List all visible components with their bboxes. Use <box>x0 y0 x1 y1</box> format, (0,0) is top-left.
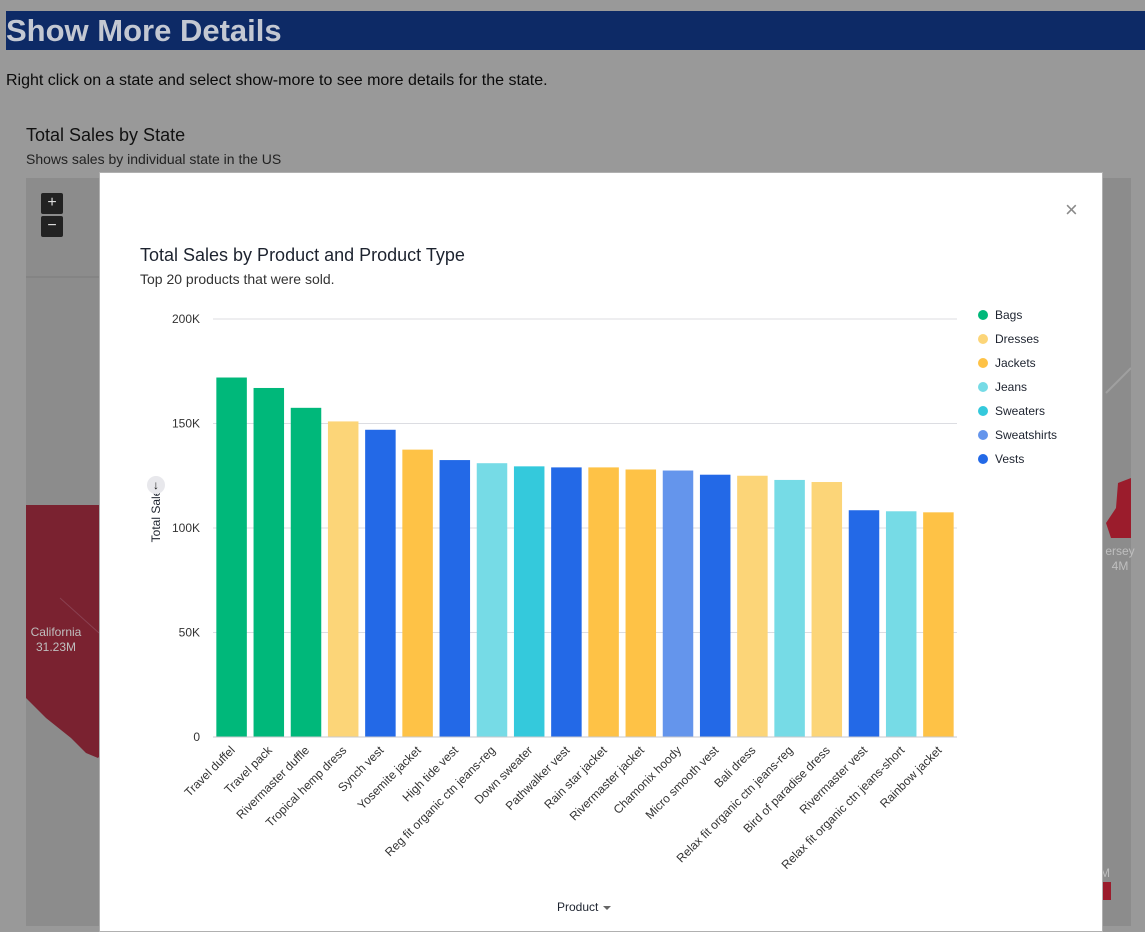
zoom-in-button[interactable]: + <box>41 193 63 214</box>
x-axis-label: Product <box>557 900 599 914</box>
page-title: Show More Details <box>6 13 282 48</box>
legend-dot <box>978 406 988 416</box>
bar[interactable] <box>253 387 285 737</box>
legend-item[interactable]: Dresses <box>978 327 1057 351</box>
y-tick-label: 50K <box>179 626 200 640</box>
x-tick-label: Rivermaster vest <box>797 743 871 817</box>
bar[interactable] <box>513 466 545 737</box>
x-tick-label: Pathwalker vest <box>503 743 573 813</box>
legend-dot <box>978 430 988 440</box>
bar[interactable] <box>811 482 843 737</box>
legend-dot <box>978 358 988 368</box>
background-chart-title: Total Sales by State <box>26 125 186 145</box>
legend-dot <box>978 382 988 392</box>
legend-label: Dresses <box>995 332 1040 346</box>
bar[interactable] <box>551 467 582 737</box>
chart-subtitle: Top 20 products that were sold. <box>140 271 335 287</box>
page-title-banner: Show More Details <box>6 11 1145 50</box>
bar[interactable] <box>885 511 917 737</box>
zoom-out-button[interactable]: − <box>41 216 63 237</box>
bar[interactable] <box>290 407 322 737</box>
state-name: California <box>30 625 82 639</box>
show-more-modal: × Total Sales by Product and Product Typ… <box>99 172 1103 932</box>
bar[interactable] <box>774 479 805 737</box>
chart-legend: Bags Dresses Jackets Jeans Sweaters Sweatshir… <box>978 303 1057 471</box>
state-new-jersey[interactable] <box>1106 478 1131 538</box>
y-tick-label: 0 <box>193 730 200 744</box>
legend-item[interactable]: Sweaters <box>978 399 1057 423</box>
bar[interactable] <box>588 467 619 737</box>
bar-chart: 050K100K150K200KTotal SalesTravel duffel… <box>149 312 957 872</box>
bar[interactable] <box>439 460 471 737</box>
bar[interactable] <box>625 469 657 737</box>
legend-label: Bags <box>995 308 1023 322</box>
bar[interactable] <box>699 474 731 737</box>
legend-dot <box>978 454 988 464</box>
bar[interactable] <box>848 510 880 737</box>
intro-text: Right click on a state and select show-m… <box>6 72 548 89</box>
background-chart-subtitle: Shows sales by individual state in the U… <box>26 151 282 167</box>
chart-title: Total Sales by Product and Product Type <box>140 245 465 265</box>
state-value: 31.23M <box>35 640 77 654</box>
legend-label: Sweatshirts <box>995 428 1058 442</box>
state-value: 4M <box>1111 559 1129 573</box>
legend-label: Jeans <box>995 380 1028 394</box>
y-tick-label: 200K <box>172 312 200 326</box>
bar[interactable] <box>365 429 396 737</box>
bar[interactable] <box>737 475 768 737</box>
y-tick-label: 150K <box>172 417 200 431</box>
legend-dot <box>978 334 988 344</box>
legend-label: Sweaters <box>995 404 1046 418</box>
close-icon[interactable]: × <box>1065 199 1078 221</box>
bar[interactable] <box>402 449 433 737</box>
chevron-down-icon <box>603 905 612 910</box>
legend-label: Vests <box>995 452 1025 466</box>
x-tick-label: Yosemite jacket <box>355 743 424 812</box>
legend-label: Jackets <box>995 356 1036 370</box>
bar[interactable] <box>327 421 359 737</box>
y-tick-label: 100K <box>172 521 200 535</box>
bar[interactable] <box>476 463 508 737</box>
legend-item[interactable]: Sweatshirts <box>978 423 1057 447</box>
legend-dot <box>978 310 988 320</box>
legend-item[interactable]: Bags <box>978 303 1057 327</box>
x-axis-title[interactable]: Product <box>557 900 612 914</box>
legend-item[interactable]: Jeans <box>978 375 1057 399</box>
bar[interactable] <box>216 377 247 737</box>
bar[interactable] <box>662 470 694 737</box>
state-label-california: California 31.23M <box>26 625 86 655</box>
bar[interactable] <box>923 512 954 737</box>
legend-item[interactable]: Vests <box>978 447 1057 471</box>
state-name: ersey <box>1105 544 1135 558</box>
state-label-new-jersey: ersey 4M <box>1100 544 1140 574</box>
legend-item[interactable]: Jackets <box>978 351 1057 375</box>
x-tick-label: Chamonix hoody <box>611 743 685 817</box>
sort-arrow-icon[interactable]: ↓ <box>147 476 165 494</box>
